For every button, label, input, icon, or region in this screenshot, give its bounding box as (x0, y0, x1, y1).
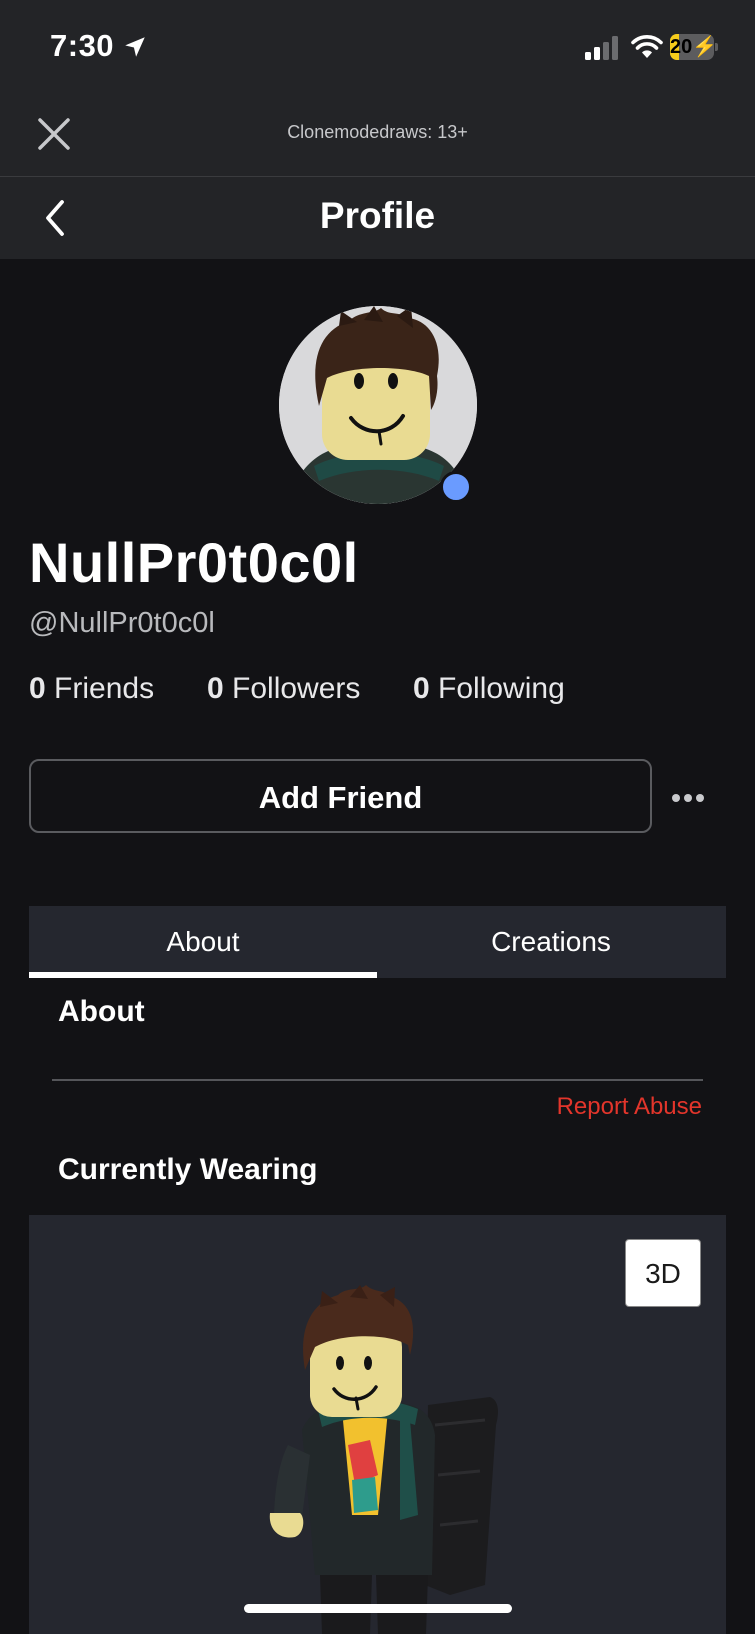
battery-level: 20 (670, 36, 693, 58)
site-label: Clonemodedraws: 13+ (287, 122, 468, 142)
view-3d-button[interactable]: 3D (625, 1239, 701, 1307)
add-friend-button[interactable]: Add Friend (29, 759, 652, 833)
tab-creations[interactable]: Creations (377, 906, 725, 978)
nav-bar: Profile (0, 177, 755, 259)
location-arrow-icon (125, 37, 145, 57)
display-name: NullPr0t0c0l (29, 531, 359, 594)
stat-friends[interactable]: 0 Friends (29, 672, 154, 706)
wifi-icon (631, 35, 663, 58)
status-time: 7:30 (50, 28, 115, 63)
online-status-dot (440, 471, 472, 503)
home-indicator (244, 1604, 512, 1613)
tab-selected-indicator (29, 972, 377, 978)
stat-following-label: Following (438, 672, 565, 705)
report-abuse-link[interactable]: Report Abuse (557, 1093, 702, 1121)
tab-about[interactable]: About (29, 906, 377, 978)
stat-followers[interactable]: 0 Followers (207, 672, 360, 706)
status-bar: 7:30 20⚡ (0, 0, 755, 94)
about-heading: About (58, 995, 145, 1028)
stat-friends-label: Friends (54, 672, 155, 705)
stat-following-count: 0 (413, 672, 430, 705)
stat-followers-label: Followers (232, 672, 361, 705)
username: @NullPr0t0c0l (29, 607, 215, 639)
about-divider (52, 1079, 703, 1081)
profile-tabs: About Creations (29, 906, 726, 978)
stat-followers-count: 0 (207, 672, 224, 705)
battery-charging-icon: 20⚡ (670, 34, 718, 60)
browser-bar: Clonemodedraws: 13+ (0, 94, 755, 177)
currently-wearing-heading: Currently Wearing (58, 1153, 318, 1186)
stat-following[interactable]: 0 Following (413, 672, 565, 706)
more-horizontal-icon[interactable] (670, 784, 706, 812)
stat-friends-count: 0 (29, 672, 46, 705)
cellular-signal-icon (585, 36, 618, 60)
avatar-character-image (269, 1285, 498, 1634)
page-title: Profile (319, 195, 436, 236)
